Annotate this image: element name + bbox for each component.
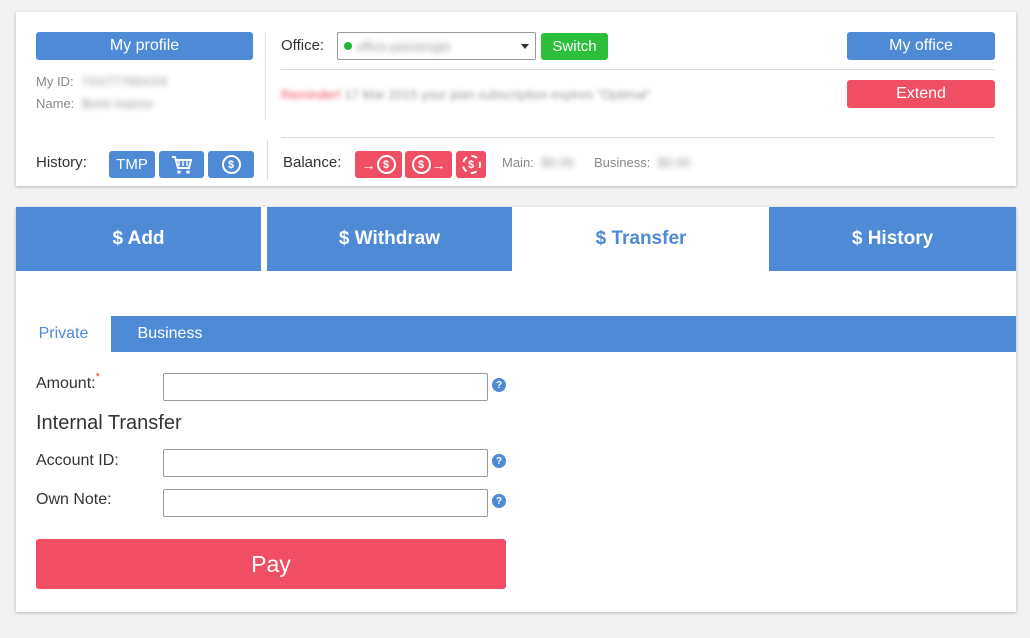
- business-balance-value: $0.00: [658, 155, 691, 170]
- pay-button[interactable]: Pay: [36, 539, 506, 589]
- office-divider: [281, 69, 995, 70]
- business-balance: Business: $0.00: [594, 155, 691, 170]
- amount-input[interactable]: [163, 373, 488, 401]
- tab-history[interactable]: $ History: [769, 207, 1016, 271]
- notice-highlight: Reminder!: [281, 87, 341, 102]
- name-value: Boris Ivanov: [81, 96, 154, 111]
- office-select[interactable]: office.passenger: [337, 32, 536, 60]
- main-balance: Main: $0.00: [502, 155, 574, 170]
- office-select-value: office.passenger: [356, 38, 452, 54]
- dollar-coin-icon: $: [411, 155, 431, 174]
- business-balance-label: Business:: [594, 155, 651, 170]
- dollar-coin-icon: $: [376, 155, 396, 174]
- account-id-label: Account ID:: [36, 452, 119, 469]
- notice-divider: [281, 137, 995, 138]
- subscription-notice: Reminder! 17 Mar 2015 your plan subscrip…: [281, 85, 801, 105]
- tab-transfer[interactable]: $ Transfer: [518, 207, 764, 271]
- online-status-icon: [344, 42, 352, 50]
- arrow-in-icon: →: [361, 156, 376, 173]
- main-balance-value: $0.00: [541, 155, 574, 170]
- history-cart-button[interactable]: [159, 151, 204, 178]
- tab-withdraw[interactable]: $ Withdraw: [267, 207, 512, 271]
- subtab-business[interactable]: Business: [111, 316, 229, 352]
- subtab-private[interactable]: Private: [16, 316, 111, 352]
- cart-icon: [171, 155, 192, 174]
- chevron-down-icon: [521, 44, 529, 49]
- balance-deposit-button[interactable]: → $: [355, 151, 402, 178]
- profile-divider: [265, 32, 266, 120]
- my-id-row: My ID: 7XX77766XXX: [36, 74, 168, 89]
- history-tmp-button[interactable]: TMP: [109, 151, 155, 178]
- required-marker: *: [95, 371, 100, 383]
- name-row: Name: Boris Ivanov: [36, 96, 153, 111]
- exchange-icon: $: [461, 155, 481, 174]
- my-office-button[interactable]: My office: [847, 32, 995, 60]
- notice-text: 17 Mar 2015 your plan subscription expir…: [344, 87, 651, 102]
- main-balance-label: Main:: [502, 155, 534, 170]
- tab-add[interactable]: $ Add: [16, 207, 261, 271]
- payment-card: $ Add $ Withdraw $ Transfer $ History Pr…: [16, 207, 1016, 612]
- switch-button[interactable]: Switch: [541, 33, 608, 60]
- own-note-label: Own Note:: [36, 491, 112, 508]
- office-label: Office:: [281, 37, 325, 54]
- own-note-input[interactable]: [163, 489, 488, 517]
- internal-transfer-heading: Internal Transfer: [36, 412, 182, 434]
- balance-label: Balance:: [283, 154, 342, 171]
- account-id-input[interactable]: [163, 449, 488, 477]
- amount-label-text: Amount:: [36, 375, 96, 392]
- history-label: History:: [36, 154, 87, 171]
- extend-button[interactable]: Extend: [847, 80, 995, 108]
- my-profile-button[interactable]: My profile: [36, 32, 253, 60]
- transfer-type-tabs: Private Business: [16, 316, 1016, 352]
- balance-exchange-button[interactable]: $: [456, 151, 486, 178]
- my-id-label: My ID:: [36, 74, 74, 89]
- history-dollar-button[interactable]: $: [208, 151, 254, 178]
- amount-help-icon[interactable]: ?: [492, 378, 506, 392]
- amount-label: Amount:*: [36, 371, 100, 393]
- account-id-help-icon[interactable]: ?: [492, 454, 506, 468]
- arrow-out-icon: →: [431, 156, 446, 173]
- my-id-value: 7XX77766XXX: [81, 74, 168, 89]
- own-note-help-icon[interactable]: ?: [492, 494, 506, 508]
- balance-withdraw-button[interactable]: $ →: [405, 151, 452, 178]
- history-divider: [267, 140, 268, 180]
- name-label: Name:: [36, 96, 75, 111]
- dollar-coin-icon: $: [221, 155, 241, 174]
- account-header-card: My profile My ID: 7XX77766XXX Name: Bori…: [16, 12, 1016, 186]
